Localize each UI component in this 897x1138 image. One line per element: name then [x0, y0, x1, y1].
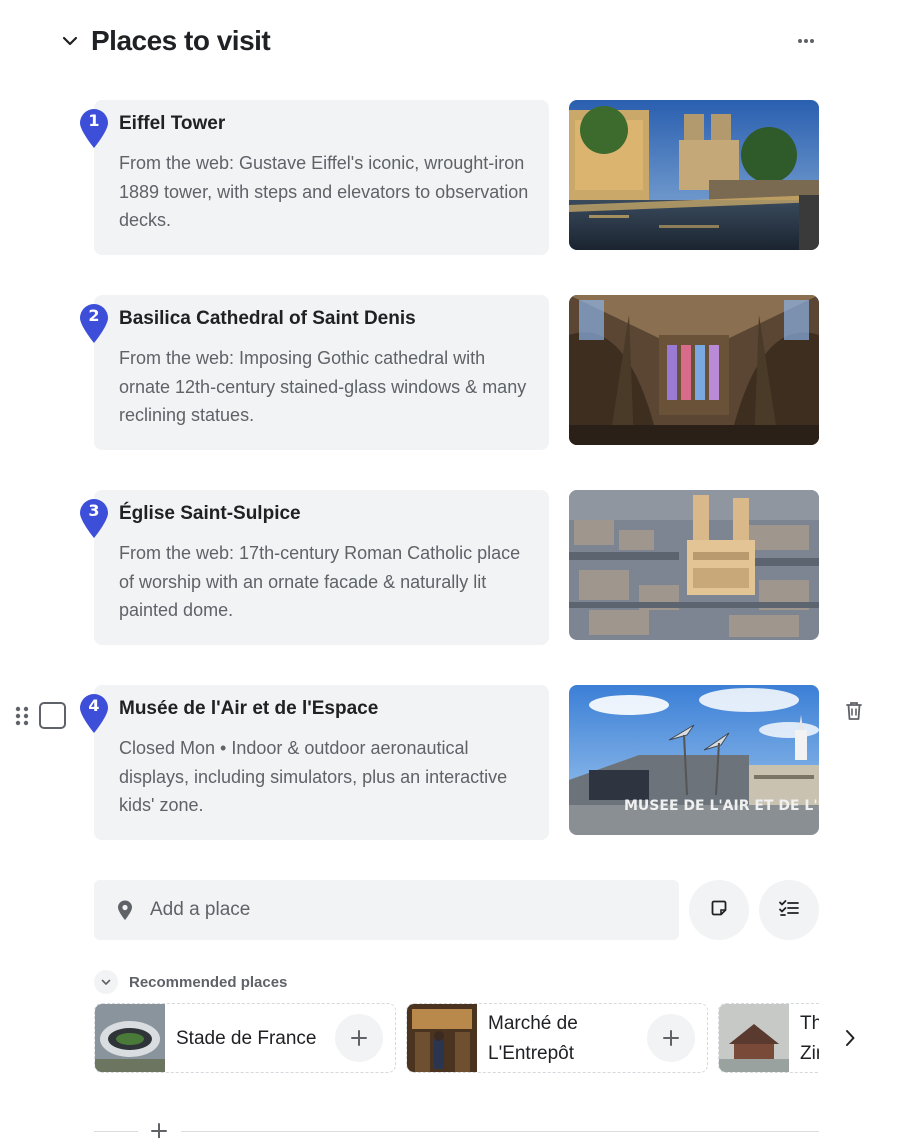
add-recommended-button[interactable] [335, 1014, 383, 1062]
place-card[interactable]: Musée de l'Air et de l'Espace Closed Mon… [94, 685, 549, 840]
add-section-icon[interactable] [148, 1120, 170, 1138]
add-checklist-button[interactable] [759, 880, 819, 940]
place-item[interactable]: Musée de l'Air et de l'Espace Closed Mon… [0, 685, 897, 840]
place-photo[interactable] [569, 490, 819, 640]
place-name[interactable]: Basilica Cathedral of Saint Denis [119, 307, 531, 331]
add-recommended-button[interactable] [647, 1014, 695, 1062]
sticky-note-icon [709, 898, 729, 923]
pin-number: 2 [88, 306, 100, 325]
place-photo[interactable] [569, 295, 819, 445]
recommended-title: Recommended places [129, 973, 288, 991]
divider [94, 1131, 138, 1132]
place-card[interactable]: Eiffel Tower From the web: Gustave Eiffe… [94, 100, 549, 255]
trash-icon[interactable] [842, 699, 866, 723]
recommended-header: Recommended places [94, 970, 287, 994]
section-header: Places to visit [58, 20, 828, 62]
chevron-down-icon[interactable] [94, 970, 118, 994]
place-card[interactable]: Basilica Cathedral of Saint Denis From t… [94, 295, 549, 450]
place-name[interactable]: Musée de l'Air et de l'Espace [119, 697, 531, 721]
chevron-down-icon[interactable] [58, 29, 82, 53]
place-card[interactable]: Église Saint-Sulpice From the web: 17th-… [94, 490, 549, 645]
pin-number: 1 [88, 111, 100, 130]
pin-number: 4 [88, 696, 100, 715]
place-description: From the web: 17th-century Roman Catholi… [119, 543, 521, 620]
recommended-thumbnail [407, 1004, 477, 1072]
recommended-name: Marché de L'Entrepôt [488, 1013, 578, 1064]
recommended-thumbnail [95, 1004, 165, 1072]
select-checkbox[interactable] [39, 702, 66, 729]
recommended-name: Th Zir [800, 1013, 819, 1064]
add-note-button[interactable] [689, 880, 749, 940]
recommended-card[interactable]: Stade de France [94, 1003, 396, 1073]
more-horizontal-icon[interactable] [792, 27, 820, 55]
photo-caption-text: MUSEE DE L'AIR ET DE L'ESPACE [624, 798, 819, 814]
map-pin-icon: 1 [79, 109, 109, 149]
pin-number: 3 [88, 501, 100, 520]
add-place-field[interactable] [94, 880, 679, 940]
recommended-name: Stade de France [176, 1028, 317, 1049]
map-pin-icon: 4 [79, 694, 109, 734]
recommended-card[interactable]: Th Zir [718, 1003, 819, 1073]
map-pin-icon: 3 [79, 499, 109, 539]
place-description: From the web: Imposing Gothic cathedral … [119, 348, 527, 425]
recommended-carousel: Stade de France Marché de L'Entrepôt T Z… [94, 1003, 819, 1073]
drag-handle-icon[interactable] [14, 705, 30, 727]
place-photo[interactable]: MUSEE DE L'AIR ET DE L'ESPACE [569, 685, 819, 835]
place-item[interactable]: Eiffel Tower From the web: Gustave Eiffe… [0, 100, 897, 255]
place-name[interactable]: Eiffel Tower [119, 112, 531, 136]
recommended-thumbnail [719, 1004, 789, 1072]
checklist-icon [778, 898, 800, 923]
place-description: From the web: Gustave Eiffel's iconic, w… [119, 153, 529, 230]
section-title: Places to visit [91, 25, 271, 56]
recommended-card[interactable]: Marché de L'Entrepôt [406, 1003, 708, 1073]
place-photo[interactable] [569, 100, 819, 250]
place-name[interactable]: Église Saint-Sulpice [119, 502, 531, 526]
location-pin-icon [114, 899, 136, 921]
chevron-right-icon[interactable] [838, 1024, 862, 1052]
add-place-input[interactable] [150, 899, 630, 921]
place-description: Closed Mon • Indoor & outdoor aeronautic… [119, 738, 508, 815]
place-item[interactable]: Église Saint-Sulpice From the web: 17th-… [0, 490, 897, 645]
divider [181, 1131, 819, 1132]
map-pin-icon: 2 [79, 304, 109, 344]
place-item[interactable]: Basilica Cathedral of Saint Denis From t… [0, 295, 897, 450]
